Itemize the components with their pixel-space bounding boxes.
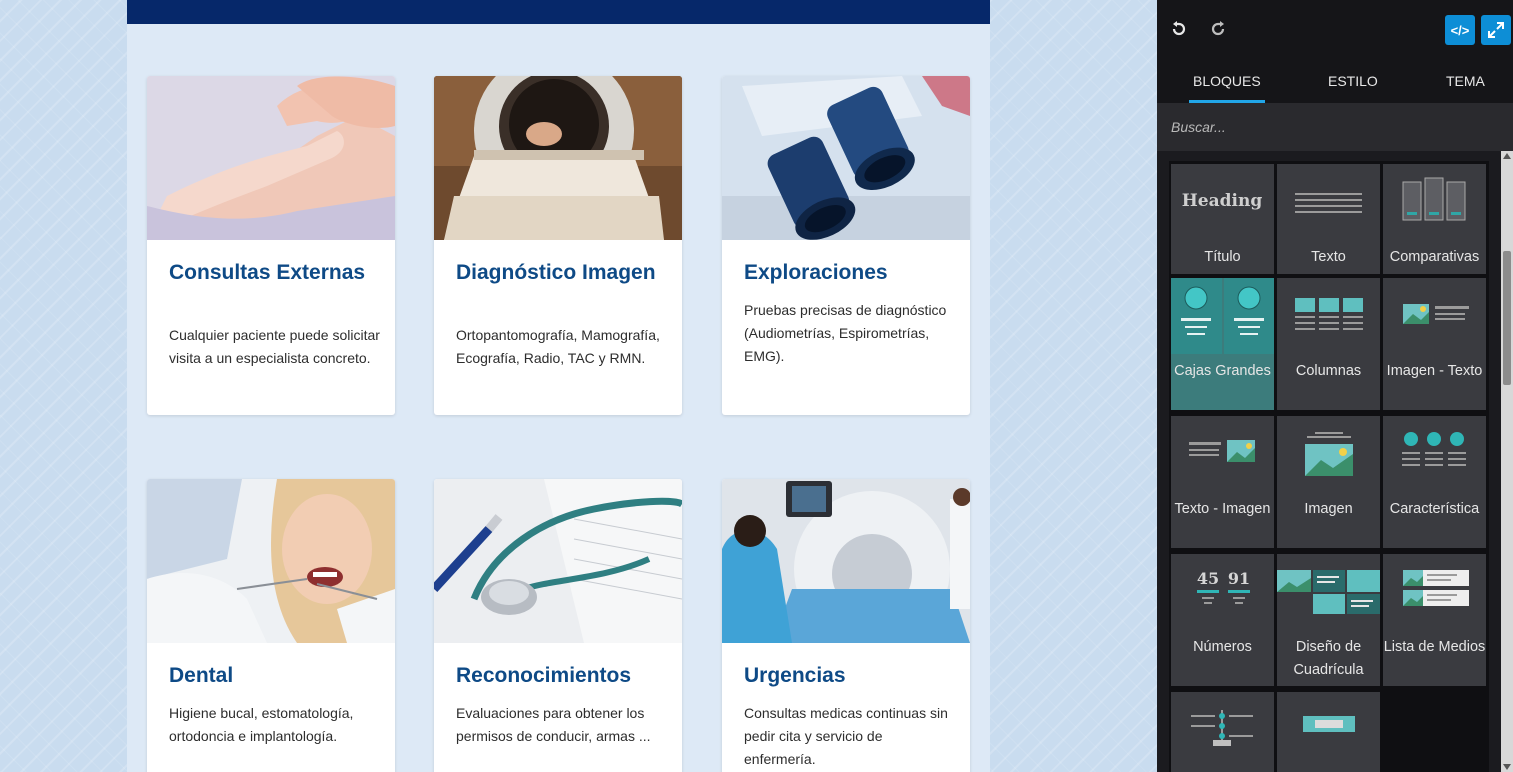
scroll-down-icon[interactable] bbox=[1503, 764, 1511, 770]
editor-tabs: BLOQUES ESTILO TEMA bbox=[1157, 62, 1513, 103]
blocks-list: Heading Título Texto Comparativas Cajas … bbox=[1157, 151, 1513, 772]
block-label: Lista de Medios bbox=[1383, 639, 1486, 655]
foot-massage-photo bbox=[147, 76, 395, 240]
code-icon: </> bbox=[1450, 22, 1470, 38]
block-label: Cajas Grandes bbox=[1174, 363, 1271, 379]
block-imagen-texto[interactable]: Imagen - Texto bbox=[1383, 278, 1486, 410]
header-bar bbox=[127, 0, 990, 24]
page-content: Consultas Externas Cualquier paciente pu… bbox=[127, 0, 990, 772]
block-texto[interactable]: Texto bbox=[1277, 164, 1380, 274]
service-card[interactable]: Consultas Externas Cualquier paciente pu… bbox=[147, 76, 395, 415]
undo-icon[interactable] bbox=[1164, 14, 1194, 44]
microscope-photo bbox=[722, 76, 970, 240]
block-numeros[interactable]: 45 91 Números bbox=[1171, 554, 1274, 686]
scrollbar-thumb[interactable] bbox=[1503, 251, 1511, 385]
card-text: Ortopantomografía, Mamografía, Ecografía… bbox=[456, 327, 660, 366]
mri-scanner-photo bbox=[434, 76, 682, 240]
block-label: Comparativas bbox=[1389, 249, 1480, 265]
block-timeline[interactable] bbox=[1171, 692, 1274, 772]
card-title: Dental bbox=[169, 664, 234, 687]
fullscreen-button[interactable] bbox=[1481, 15, 1511, 45]
service-card[interactable]: Urgencias Consultas medicas continuas si… bbox=[722, 479, 970, 772]
website-preview: Consultas Externas Cualquier paciente pu… bbox=[0, 0, 1157, 772]
card-text: Higiene bucal, estomatología, ortodoncia… bbox=[169, 705, 354, 744]
card-title: Reconocimientos bbox=[456, 664, 632, 687]
block-label: Columnas bbox=[1295, 363, 1362, 379]
service-card[interactable]: Diagnóstico Imagen Ortopantomografía, Ma… bbox=[434, 76, 682, 415]
card-title: Consultas Externas bbox=[169, 261, 366, 284]
code-view-button[interactable]: </> bbox=[1445, 15, 1475, 45]
block-imagen[interactable]: Imagen bbox=[1277, 416, 1380, 548]
card-text: Cualquier paciente puede solicitar visit… bbox=[169, 327, 380, 366]
block-label: Imagen bbox=[1304, 501, 1353, 517]
editor-toolbar: </> bbox=[1157, 0, 1513, 62]
card-text: Evaluaciones para obtener los permisos d… bbox=[456, 705, 651, 744]
heading-preview-text: Heading bbox=[1182, 191, 1263, 211]
editor-panel: </> BLOQUES ESTILO TEMA Heading Título T… bbox=[1157, 0, 1513, 772]
service-card[interactable]: Reconocimientos Evaluaciones para obtene… bbox=[434, 479, 682, 772]
block-caracteristica[interactable]: Característica bbox=[1383, 416, 1486, 548]
number-preview: 91 bbox=[1228, 569, 1250, 588]
number-preview: 45 bbox=[1197, 569, 1219, 588]
block-label: Título bbox=[1204, 249, 1241, 265]
block-banner[interactable] bbox=[1277, 692, 1380, 772]
block-label: Texto - Imagen bbox=[1174, 501, 1271, 517]
block-columnas[interactable]: Columnas bbox=[1277, 278, 1380, 410]
scroll-up-icon[interactable] bbox=[1503, 153, 1511, 159]
block-label: Característica bbox=[1389, 501, 1480, 517]
block-comparativas[interactable]: Comparativas bbox=[1383, 164, 1486, 274]
block-label: Imagen - Texto bbox=[1386, 363, 1483, 379]
card-title: Exploraciones bbox=[744, 261, 888, 284]
service-card[interactable]: Exploraciones Pruebas precisas de diagnó… bbox=[722, 76, 970, 415]
search-input[interactable] bbox=[1157, 103, 1513, 151]
tab-estilo[interactable]: ESTILO bbox=[1328, 73, 1378, 89]
block-texto-imagen[interactable]: Texto - Imagen bbox=[1171, 416, 1274, 548]
card-text: Consultas medicas continuas sin pedir ci… bbox=[744, 705, 948, 767]
stethoscope-photo bbox=[434, 479, 682, 643]
dental-exam-photo bbox=[147, 479, 395, 643]
expand-icon bbox=[1488, 22, 1504, 38]
block-diseno-cuadricula[interactable]: Diseño de Cuadrícula bbox=[1277, 554, 1380, 686]
block-titulo[interactable]: Heading Título bbox=[1171, 164, 1274, 274]
tab-bloques[interactable]: BLOQUES bbox=[1189, 73, 1265, 103]
card-title: Diagnóstico Imagen bbox=[456, 261, 656, 284]
block-lista-medios[interactable]: Lista de Medios bbox=[1383, 554, 1486, 686]
block-label: Diseño de Cuadrícula bbox=[1293, 639, 1364, 678]
redo-icon[interactable] bbox=[1203, 14, 1233, 44]
tab-tema[interactable]: TEMA bbox=[1446, 73, 1485, 89]
service-card[interactable]: Dental Higiene bucal, estomatología, ort… bbox=[147, 479, 395, 772]
card-text: Pruebas precisas de diagnóstico (Audiome… bbox=[744, 302, 947, 364]
card-title: Urgencias bbox=[744, 664, 846, 687]
block-cajas-grandes[interactable]: Cajas Grandes bbox=[1171, 278, 1274, 410]
ct-scanner-photo bbox=[722, 479, 970, 643]
block-label: Números bbox=[1193, 639, 1252, 655]
scrollbar[interactable] bbox=[1501, 151, 1513, 772]
block-label: Texto bbox=[1311, 249, 1346, 265]
